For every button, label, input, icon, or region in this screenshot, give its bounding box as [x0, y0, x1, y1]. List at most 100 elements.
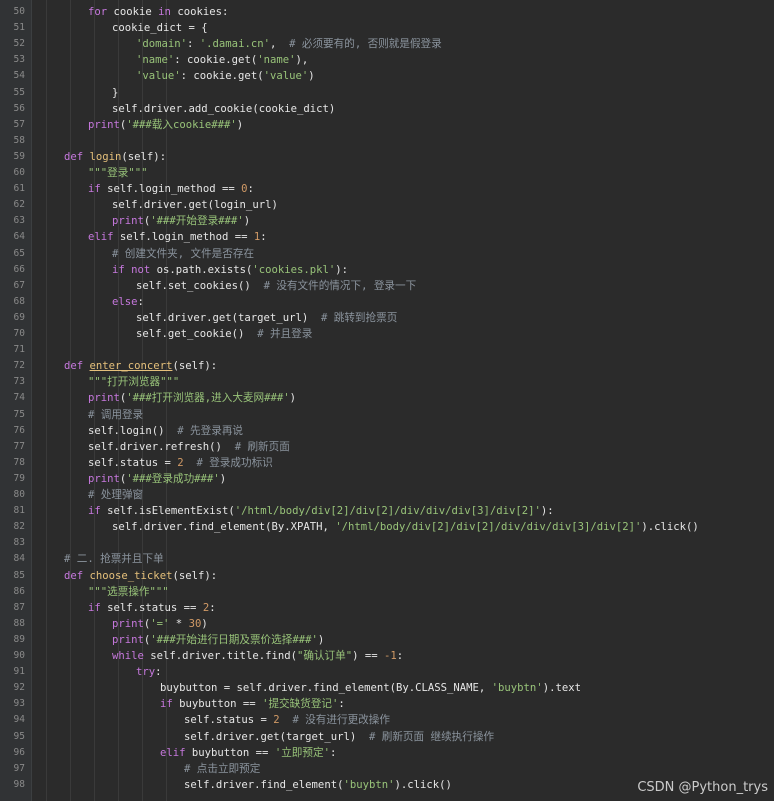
code-line-content: def enter_concert(self): [64, 358, 217, 374]
code-token: 'buybtn' [491, 682, 543, 695]
code-line[interactable]: 'name': cookie.get('name'), [32, 52, 774, 68]
code-line-content: self.driver.get(login_url) [112, 197, 278, 213]
line-number: 67 [13, 279, 25, 291]
code-token: self.driver.get(login_url) [112, 199, 278, 212]
code-line-content: if buybutton == '提交缺货登记': [160, 696, 345, 712]
code-line[interactable]: if self.login_method == 0: [32, 181, 774, 197]
code-line[interactable]: self.driver.find_element(By.XPATH, '/htm… [32, 519, 774, 535]
code-line[interactable]: if self.isElementExist('/html/body/div[2… [32, 503, 774, 519]
code-token: if not [112, 263, 151, 276]
code-token: while [112, 650, 144, 662]
code-token: '提交缺货登记' [262, 698, 339, 711]
code-line[interactable]: if not os.path.exists('cookies.pkl'): [32, 262, 774, 278]
line-number: 73 [13, 376, 25, 388]
code-token: '立即预定' [274, 746, 330, 759]
code-line-content: """登录""" [88, 165, 147, 181]
code-line[interactable]: for cookie in cookies: [32, 4, 774, 20]
code-token: self.driver.title.find( [143, 650, 297, 662]
code-area[interactable]: for cookie in cookies: cookie_dict = {'do… [32, 0, 774, 801]
code-line[interactable]: 'domain': '.damai.cn', # 必须要有的, 否则就是假登录 [32, 36, 774, 52]
code-token: '###登录成功###' [126, 472, 220, 485]
code-line[interactable]: self.get_cookie() # 并且登录 [32, 326, 774, 342]
code-editor[interactable]: 50 51 52 53 54 55 56 57 58 59 60 61 62 63 64 65 66 67 68 69… [0, 0, 774, 801]
code-line-content: # 调用登录 [88, 407, 143, 423]
code-token: """登录""" [88, 167, 148, 179]
code-line[interactable] [32, 342, 774, 358]
line-number: 80 [13, 489, 25, 500]
code-line[interactable]: print('=' * 30) [32, 616, 774, 632]
code-line-content: try: [136, 664, 162, 680]
code-line[interactable]: def choose_ticket(self): [32, 568, 774, 584]
line-number: 70 [13, 328, 25, 339]
code-token: : [260, 231, 267, 244]
code-line[interactable]: self.driver.get(target_url) # 刷新页面 继续执行操… [32, 729, 774, 745]
line-number: 79 [13, 472, 25, 484]
code-line[interactable]: self.status = 2 # 登录成功标识 [32, 455, 774, 471]
code-line[interactable]: def enter_concert(self): [32, 358, 774, 374]
code-line[interactable]: elif self.login_method == 1: [32, 229, 774, 245]
code-line[interactable]: 'value': cookie.get('value') [32, 68, 774, 84]
code-token: if [88, 601, 101, 614]
code-line[interactable]: """登录""" [32, 165, 774, 181]
code-line[interactable]: print('###开始登录###') [32, 213, 774, 229]
code-token: cookie [107, 6, 159, 18]
code-line[interactable]: # 二. 抢票并且下单 [32, 551, 774, 567]
code-line-content: 'value': cookie.get('value') [136, 68, 315, 84]
line-number: 89 [13, 633, 25, 645]
code-token: print [112, 633, 144, 646]
code-line[interactable]: print('###载入cookie###') [32, 117, 774, 133]
code-line[interactable]: self.driver.add_cookie(cookie_dict) [32, 101, 774, 117]
code-token: # 刷新页面 [234, 440, 290, 453]
code-line[interactable] [32, 535, 774, 551]
code-line[interactable]: # 创建文件夹, 文件是否存在 [32, 246, 774, 262]
code-line[interactable]: print('###开始进行日期及票价选择###') [32, 632, 774, 648]
code-line[interactable]: if self.status == 2: [32, 600, 774, 616]
code-line[interactable]: # 处理弹窗 [32, 487, 774, 503]
code-line[interactable]: else: [32, 294, 774, 310]
code-line[interactable]: self.login() # 先登录再说 [32, 423, 774, 439]
code-line[interactable]: cookie_dict = { [32, 20, 774, 36]
code-token: cookie_dict = { [112, 22, 208, 35]
code-token: * [169, 617, 189, 630]
code-line[interactable]: print('###登录成功###') [32, 471, 774, 487]
code-token: # 创建文件夹, 文件是否存在 [112, 247, 255, 260]
code-line[interactable]: self.set_cookies() # 没有文件的情况下, 登录一下 [32, 278, 774, 294]
code-token: ), [295, 54, 309, 67]
code-token: 'name' [257, 54, 296, 67]
watermark: CSDN @Python_trys [637, 780, 768, 795]
code-line[interactable]: self.driver.get(login_url) [32, 197, 774, 213]
line-number: 50 [13, 6, 25, 17]
code-line-content: # 点击立即预定 [184, 761, 260, 777]
code-token: def [64, 569, 84, 582]
code-token: # 并且登录 [257, 328, 313, 340]
code-line[interactable]: # 调用登录 [32, 407, 774, 423]
code-token: print [112, 617, 144, 630]
code-token: buybutton = self.driver.find_element(By.… [160, 682, 492, 695]
code-line[interactable]: try: [32, 664, 774, 680]
code-line[interactable]: """选票操作""" [32, 584, 774, 600]
code-token: choose_ticket [89, 569, 173, 582]
code-line[interactable]: # 点击立即预定 [32, 761, 774, 777]
code-line[interactable]: def login(self): [32, 149, 774, 165]
code-line[interactable]: while self.driver.title.find("确认订单") == … [32, 648, 774, 664]
code-token: : cookie.get( [174, 54, 258, 67]
code-token: self.set_cookies() [136, 279, 264, 292]
line-number: 66 [13, 263, 25, 275]
code-token: # 点击立即预定 [184, 762, 261, 775]
code-line[interactable]: print('###打开浏览器,进入大麦网###') [32, 390, 774, 406]
code-line[interactable]: self.status = 2 # 没有进行更改操作 [32, 712, 774, 728]
code-line[interactable]: """打开浏览器""" [32, 374, 774, 390]
line-number: 60 [13, 167, 25, 178]
code-line[interactable]: self.driver.refresh() # 刷新页面 [32, 439, 774, 455]
code-line[interactable]: buybutton = self.driver.find_element(By.… [32, 680, 774, 696]
code-line[interactable]: self.driver.get(target_url) # 跳转到抢票页 [32, 310, 774, 326]
code-token: print [88, 392, 120, 405]
code-token: ) [243, 215, 251, 228]
code-line[interactable]: if buybutton == '提交缺货登记': [32, 696, 774, 712]
code-line[interactable]: } [32, 85, 774, 101]
code-token: 'buybtn' [343, 778, 395, 791]
code-line[interactable]: elif buybutton == '立即预定': [32, 745, 774, 761]
line-number: 94 [13, 714, 25, 726]
code-line[interactable] [32, 133, 774, 149]
